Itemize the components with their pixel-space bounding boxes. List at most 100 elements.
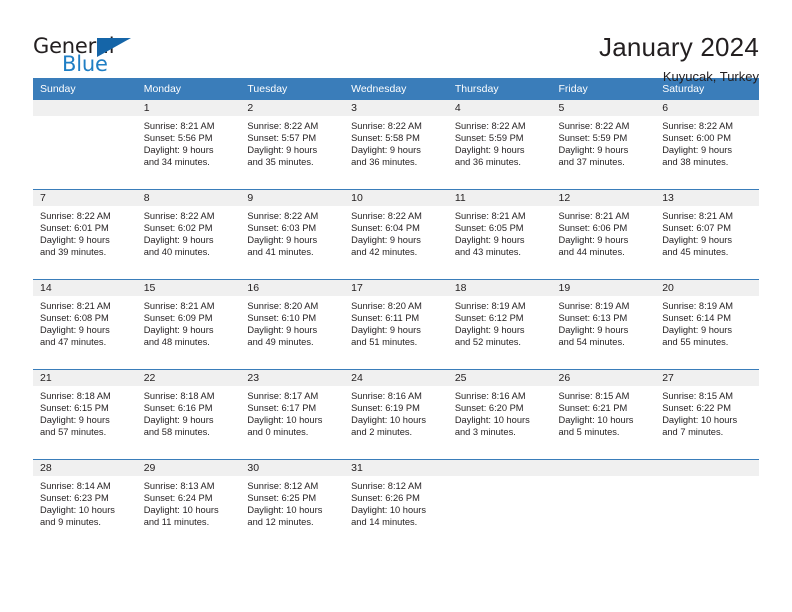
day-detail-line: and 35 minutes. <box>247 157 314 168</box>
calendar-day-cell[interactable]: 1 Sunrise: 8:21 AM Sunset: 5:56 PM Daylight… <box>136 100 241 190</box>
calendar-day-cell[interactable]: 29 Sunrise: 8:13 AM Sunset: 6:24 PM Dayligh… <box>136 459 241 549</box>
page-title: January 2024 <box>599 32 759 62</box>
day-number <box>655 460 759 476</box>
day-details: Sunrise: 8:15 AM Sunset: 6:21 PM Daylight:… <box>552 386 656 438</box>
calendar-day-cell[interactable]: 4 Sunrise: 8:22 AM Sunset: 5:59 PM Daylight… <box>447 100 552 190</box>
day-cell-inner: 21 Sunrise: 8:18 AM Sunset: 6:15 PM Dayligh… <box>33 370 137 459</box>
day-details: Sunrise: 8:20 AM Sunset: 6:10 PM Daylight:… <box>240 296 344 348</box>
calendar-day-cell[interactable]: 16 Sunrise: 8:20 AM Sunset: 6:10 PM Dayligh… <box>240 279 345 370</box>
calendar-day-cell[interactable]: 11 Sunrise: 8:21 AM Sunset: 6:05 PM Dayligh… <box>447 189 552 280</box>
day-cell-inner: 27 Sunrise: 8:15 AM Sunset: 6:22 PM Dayligh… <box>655 370 759 459</box>
day-detail-line: Daylight: 9 hours <box>454 235 525 246</box>
calendar-day-cell[interactable]: 23 Sunrise: 8:17 AM Sunset: 6:17 PM Dayligh… <box>240 369 345 460</box>
calendar-day-cell[interactable]: 6 Sunrise: 8:22 AM Sunset: 6:00 PM Daylight… <box>655 100 759 190</box>
calendar-day-cell[interactable]: 25 Sunrise: 8:16 AM Sunset: 6:20 PM Dayligh… <box>447 369 552 460</box>
day-cell-inner <box>447 460 552 549</box>
calendar-day-cell[interactable]: 24 Sunrise: 8:16 AM Sunset: 6:19 PM Dayligh… <box>344 369 448 460</box>
day-cell-inner: 11 Sunrise: 8:21 AM Sunset: 6:05 PM Dayligh… <box>447 190 552 279</box>
day-number: 14 <box>33 280 137 296</box>
day-detail-line: Sunset: 6:11 PM <box>351 313 420 324</box>
day-number: 7 <box>33 190 137 206</box>
day-detail-line: Sunset: 6:07 PM <box>662 223 731 234</box>
day-detail-line: Sunrise: 8:12 AM <box>247 481 319 491</box>
calendar-day-cell[interactable]: 12 Sunrise: 8:21 AM Sunset: 6:06 PM Dayligh… <box>551 189 656 280</box>
day-cell-inner: 26 Sunrise: 8:15 AM Sunset: 6:21 PM Dayligh… <box>551 370 656 459</box>
day-number: 11 <box>447 190 552 206</box>
logo-text-blue: Blue <box>62 52 108 76</box>
day-details: Sunrise: 8:22 AM Sunset: 6:04 PM Daylight:… <box>344 206 448 258</box>
calendar-day-cell[interactable]: 22 Sunrise: 8:18 AM Sunset: 6:16 PM Dayligh… <box>136 369 241 460</box>
day-detail-line: and 42 minutes. <box>351 247 418 258</box>
calendar-day-cell[interactable]: 30 Sunrise: 8:12 AM Sunset: 6:25 PM Dayligh… <box>240 459 345 549</box>
calendar-day-cell[interactable]: 9 Sunrise: 8:22 AM Sunset: 6:03 PM Daylight… <box>240 189 345 280</box>
day-details <box>655 476 759 480</box>
calendar-day-cell[interactable]: 15 Sunrise: 8:21 AM Sunset: 6:09 PM Dayligh… <box>136 279 241 370</box>
day-number: 2 <box>240 100 345 116</box>
day-detail-line: Daylight: 10 hours <box>558 415 634 426</box>
day-number: 22 <box>136 370 241 386</box>
day-detail-line: Sunset: 6:10 PM <box>247 313 317 324</box>
calendar-day-cell-empty <box>33 100 137 190</box>
day-detail-line: Sunset: 6:09 PM <box>143 313 213 324</box>
calendar-day-cell[interactable]: 18 Sunrise: 8:19 AM Sunset: 6:12 PM Dayligh… <box>447 279 552 370</box>
day-detail-line: and 52 minutes. <box>454 337 521 348</box>
day-details: Sunrise: 8:22 AM Sunset: 5:59 PM Daylight:… <box>552 116 656 168</box>
calendar-day-cell[interactable]: 7 Sunrise: 8:22 AM Sunset: 6:01 PM Daylight… <box>33 189 137 280</box>
day-number: 25 <box>447 370 552 386</box>
calendar-week-row: 1 Sunrise: 8:21 AM Sunset: 5:56 PM Daylight… <box>33 100 759 190</box>
day-detail-line: Sunset: 5:59 PM <box>558 133 628 144</box>
calendar-day-cell[interactable]: 14 Sunrise: 8:21 AM Sunset: 6:08 PM Dayligh… <box>33 279 137 370</box>
day-detail-line: Daylight: 9 hours <box>247 325 318 336</box>
day-detail-line: and 44 minutes. <box>558 247 625 258</box>
day-details: Sunrise: 8:18 AM Sunset: 6:16 PM Daylight:… <box>137 386 241 438</box>
day-detail-line: Sunrise: 8:16 AM <box>454 391 526 401</box>
day-cell-inner: 10 Sunrise: 8:22 AM Sunset: 6:04 PM Dayligh… <box>344 190 448 279</box>
calendar-day-cell[interactable]: 5 Sunrise: 8:22 AM Sunset: 5:59 PM Daylight… <box>551 100 656 190</box>
day-detail-line: Sunrise: 8:15 AM <box>662 391 734 401</box>
day-detail-line: Sunrise: 8:22 AM <box>558 121 630 131</box>
day-detail-line: and 36 minutes. <box>454 157 521 168</box>
calendar-day-cell[interactable]: 8 Sunrise: 8:22 AM Sunset: 6:02 PM Daylight… <box>136 189 241 280</box>
day-detail-line: Sunrise: 8:20 AM <box>247 301 319 311</box>
calendar-day-cell[interactable]: 28 Sunrise: 8:14 AM Sunset: 6:23 PM Dayligh… <box>33 459 137 549</box>
general-blue-logo[interactable]: General Blue <box>33 28 141 76</box>
day-cell-inner: 28 Sunrise: 8:14 AM Sunset: 6:23 PM Dayligh… <box>33 460 137 549</box>
day-detail-line: Sunrise: 8:21 AM <box>454 211 526 221</box>
day-detail-line: Daylight: 9 hours <box>558 145 629 156</box>
calendar-day-cell[interactable]: 19 Sunrise: 8:19 AM Sunset: 6:13 PM Dayligh… <box>551 279 656 370</box>
day-detail-line: Daylight: 9 hours <box>143 145 214 156</box>
day-number: 24 <box>344 370 448 386</box>
day-detail-line: Daylight: 9 hours <box>558 325 629 336</box>
day-details <box>33 116 137 120</box>
weekday-header-monday: Monday <box>136 78 241 100</box>
day-detail-line: Sunset: 6:05 PM <box>454 223 524 234</box>
day-cell-inner: 23 Sunrise: 8:17 AM Sunset: 6:17 PM Dayligh… <box>240 370 345 459</box>
day-detail-line: and 47 minutes. <box>40 337 107 348</box>
calendar-day-cell[interactable]: 20 Sunrise: 8:19 AM Sunset: 6:14 PM Dayligh… <box>655 279 759 370</box>
day-detail-line: and 57 minutes. <box>40 427 107 438</box>
calendar-day-cell[interactable]: 2 Sunrise: 8:22 AM Sunset: 5:57 PM Daylight… <box>240 100 345 190</box>
calendar-day-cell[interactable]: 27 Sunrise: 8:15 AM Sunset: 6:22 PM Dayligh… <box>655 369 759 460</box>
day-detail-line: Sunrise: 8:21 AM <box>143 121 215 131</box>
day-detail-line: Sunrise: 8:22 AM <box>351 211 422 221</box>
day-detail-line: and 40 minutes. <box>143 247 210 258</box>
calendar-day-cell[interactable]: 31 Sunrise: 8:12 AM Sunset: 6:26 PM Dayligh… <box>344 459 448 549</box>
day-detail-line: Daylight: 9 hours <box>454 325 525 336</box>
day-number: 15 <box>136 280 241 296</box>
day-detail-line: and 14 minutes. <box>351 517 418 528</box>
day-detail-line: and 5 minutes. <box>558 427 620 438</box>
day-detail-line: Daylight: 10 hours <box>351 505 427 516</box>
day-detail-line: Daylight: 10 hours <box>143 505 219 516</box>
day-detail-line: Sunset: 5:56 PM <box>143 133 213 144</box>
calendar-day-cell[interactable]: 21 Sunrise: 8:18 AM Sunset: 6:15 PM Dayligh… <box>33 369 137 460</box>
calendar-day-cell[interactable]: 10 Sunrise: 8:22 AM Sunset: 6:04 PM Dayligh… <box>344 189 448 280</box>
calendar-day-cell[interactable]: 26 Sunrise: 8:15 AM Sunset: 6:21 PM Dayligh… <box>551 369 656 460</box>
calendar-day-cell[interactable]: 17 Sunrise: 8:20 AM Sunset: 6:11 PM Dayligh… <box>344 279 448 370</box>
day-number: 10 <box>344 190 448 206</box>
calendar-body: 1 Sunrise: 8:21 AM Sunset: 5:56 PM Daylight… <box>33 100 759 549</box>
day-cell-inner: 31 Sunrise: 8:12 AM Sunset: 6:26 PM Dayligh… <box>344 460 448 549</box>
day-detail-line: Sunrise: 8:22 AM <box>247 121 319 131</box>
calendar-day-cell[interactable]: 3 Sunrise: 8:22 AM Sunset: 5:58 PM Daylight… <box>344 100 448 190</box>
day-number: 27 <box>655 370 759 386</box>
calendar-day-cell[interactable]: 13 Sunrise: 8:21 AM Sunset: 6:07 PM Dayligh… <box>655 189 759 280</box>
